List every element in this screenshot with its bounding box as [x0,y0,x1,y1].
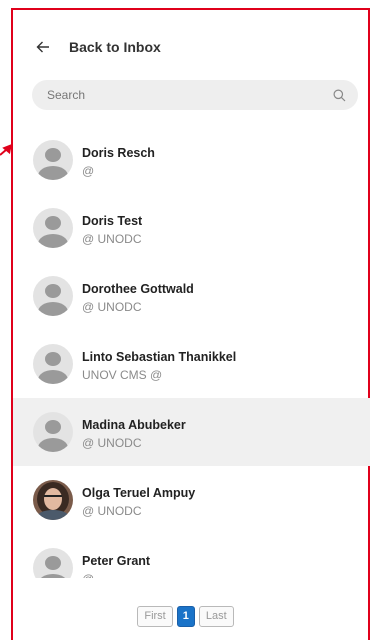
contact-name: Doris Test [82,214,143,228]
contact-organization: UNOV CMS @ [82,368,163,382]
contact-name: Madina Abubeker [82,418,186,432]
search-input[interactable] [45,87,333,103]
list-item[interactable]: Dorothee Gottwald @ UNODC [13,262,370,330]
back-to-inbox-link[interactable]: Back to Inbox [36,36,161,58]
contact-organization: @ UNODC [82,504,142,518]
search-icon[interactable] [333,89,346,102]
last-page-button[interactable]: Last [198,606,234,627]
list-item-selected[interactable]: Madina Abubeker @ UNODC [13,398,370,466]
list-item[interactable]: Linto Sebastian Thanikkel UNOV CMS @ [13,330,370,398]
contact-organization: @ [82,164,95,178]
contact-name: Olga Teruel Ampuy [82,486,196,500]
back-to-inbox-label: Back to Inbox [69,39,161,55]
contact-list: Doris Resch @ Doris Test @ UNODC Dorothe… [13,126,370,578]
avatar-placeholder-icon [33,140,73,180]
list-item[interactable]: Olga Teruel Ampuy @ UNODC [13,466,370,534]
avatar-placeholder-icon [33,344,73,384]
contact-name: Peter Grant [82,554,151,568]
avatar-placeholder-icon [33,412,73,452]
list-item[interactable]: Doris Test @ UNODC [13,194,370,262]
search-bar [32,80,358,110]
list-item[interactable]: Peter Grant @ [13,534,370,578]
contact-organization: @ UNODC [82,300,142,314]
contact-name: Dorothee Gottwald [82,282,194,296]
list-item[interactable]: Doris Resch @ [13,126,370,194]
contact-organization: @ UNODC [82,232,142,246]
pagination: First 1 Last [0,606,371,627]
avatar-placeholder-icon [33,276,73,316]
avatar-placeholder-icon [33,548,73,578]
contact-organization: @ [82,571,150,578]
contact-organization: @ UNODC [82,436,142,450]
contact-name: Doris Resch [82,146,155,160]
current-page-button[interactable]: 1 [176,606,195,627]
contact-name: Linto Sebastian Thanikkel [82,350,237,364]
avatar-placeholder-icon [33,208,73,248]
arrow-left-icon [36,41,49,53]
avatar-photo [33,480,73,520]
first-page-button[interactable]: First [137,606,173,627]
